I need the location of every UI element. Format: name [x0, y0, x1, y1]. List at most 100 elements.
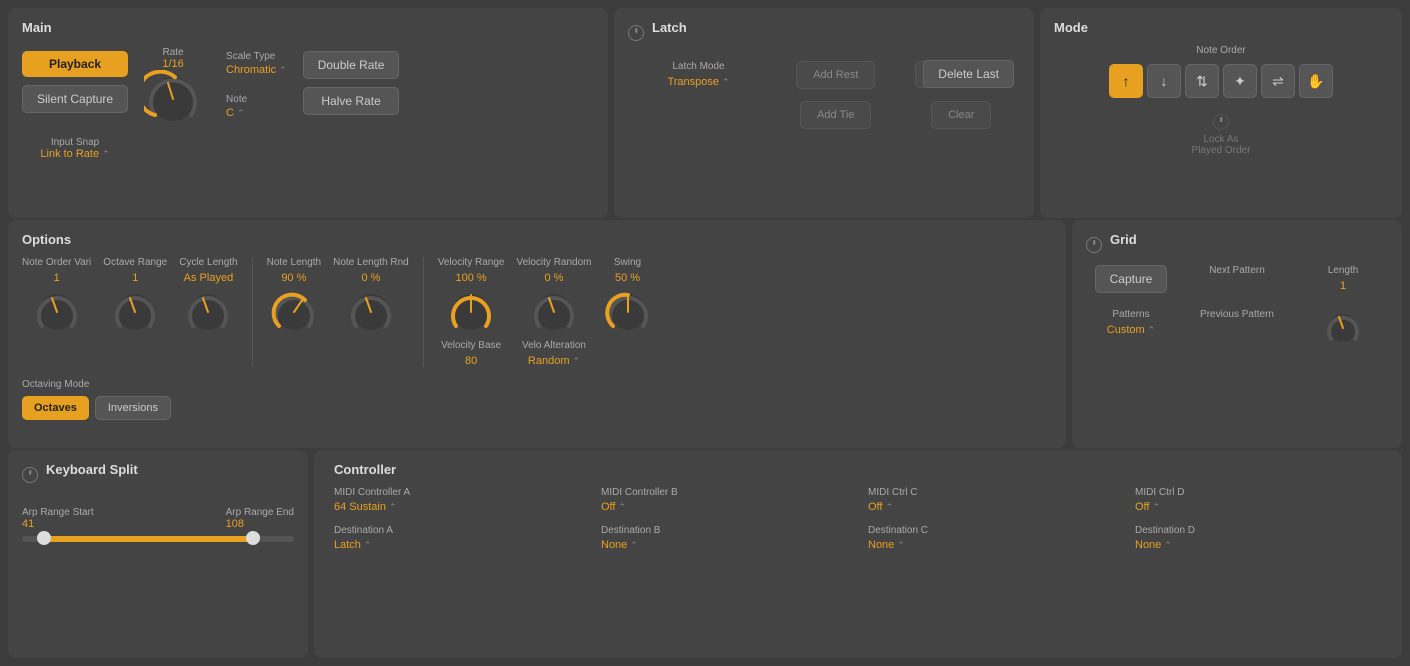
- midi-d-label: MIDI Ctrl D: [1135, 487, 1382, 498]
- capture-button[interactable]: Capture: [1095, 265, 1168, 293]
- velo-alteration-chevron-icon: ⌃: [572, 356, 580, 367]
- length-item: Length 1: [1298, 265, 1388, 293]
- rate-knob[interactable]: [144, 70, 202, 128]
- add-tie-item: Add Tie: [777, 101, 895, 129]
- keyboard-panel: Keyboard Split Arp Range Start 41 Arp Ra…: [8, 450, 308, 658]
- middle-knobs: Note Length 90 % Note Length R: [267, 257, 409, 336]
- dest-b-chevron-icon: ⌃: [630, 540, 638, 551]
- swing-knob[interactable]: [604, 288, 652, 336]
- grid-power-button[interactable]: [1086, 237, 1102, 253]
- midi-a-item: MIDI Controller A 64 Sustain ⌃: [334, 487, 581, 513]
- midi-a-value[interactable]: 64 Sustain ⌃: [334, 501, 581, 513]
- arp-end-value: 108: [226, 518, 294, 530]
- dest-d-item: Destination D None ⌃: [1135, 525, 1382, 551]
- rate-buttons: Double Rate Halve Rate: [303, 51, 400, 115]
- note-order-random-button[interactable]: ⇌: [1261, 64, 1295, 98]
- lock-played-section: Lock AsPlayed Order: [1054, 114, 1388, 156]
- note-order-up-button[interactable]: ↑: [1109, 64, 1143, 98]
- grid-panel: Grid Capture Next Pattern Length 1: [1072, 220, 1402, 448]
- grid-title: Grid: [1110, 232, 1137, 247]
- midi-d-value[interactable]: Off ⌃: [1135, 501, 1382, 513]
- controller-grid: MIDI Controller A 64 Sustain ⌃ MIDI Cont…: [334, 487, 1382, 551]
- keyboard-power-button[interactable]: [22, 467, 38, 483]
- velocity-random-knob[interactable]: [530, 288, 578, 336]
- inversions-button[interactable]: Inversions: [95, 396, 171, 420]
- octave-mode-section: Octaving Mode Octaves Inversions: [22, 379, 1052, 420]
- note-order-hand-button[interactable]: ✋: [1299, 64, 1333, 98]
- note-order-updown-button[interactable]: ⇅: [1185, 64, 1219, 98]
- note-order-down-button[interactable]: ↓: [1147, 64, 1181, 98]
- note-length-rnd-knob[interactable]: [347, 288, 395, 336]
- octave-range-knob[interactable]: [111, 288, 159, 336]
- note-length-rnd-label: Note Length Rnd: [333, 257, 409, 268]
- midi-a-chevron-icon: ⌃: [389, 502, 397, 513]
- cycle-length-label: Cycle Length: [179, 257, 237, 268]
- scale-type-group: Scale Type Chromatic ⌃: [226, 51, 287, 76]
- dest-c-label: Destination C: [868, 525, 1115, 536]
- midi-b-label: MIDI Controller B: [601, 487, 848, 498]
- midi-b-item: MIDI Controller B Off ⌃: [601, 487, 848, 513]
- range-slider-track[interactable]: [22, 536, 294, 542]
- velocity-range-knob[interactable]: [447, 288, 495, 336]
- note-label: Note: [226, 94, 287, 105]
- keyboard-header: Keyboard Split: [22, 462, 294, 487]
- velo-alteration-value[interactable]: Random: [528, 355, 570, 367]
- note-chevron-icon: ⌃: [237, 108, 245, 119]
- swing-group: Swing 50 %: [604, 257, 652, 367]
- slider-fill: [44, 536, 253, 542]
- playback-button[interactable]: Playback: [22, 51, 128, 77]
- bottom-row: Keyboard Split Arp Range Start 41 Arp Ra…: [8, 450, 1402, 658]
- dest-a-value[interactable]: Latch ⌃: [334, 539, 581, 551]
- latch-mode-value[interactable]: Transpose: [667, 76, 719, 88]
- grid-header: Grid: [1086, 232, 1388, 257]
- clear-button[interactable]: Clear: [931, 101, 991, 129]
- velocity-range-label: Velocity Range: [438, 257, 505, 268]
- octave-range-label: Octave Range: [103, 257, 167, 268]
- midi-b-value[interactable]: Off ⌃: [601, 501, 848, 513]
- note-length-knob[interactable]: [270, 288, 318, 336]
- latch-header: Latch: [628, 20, 1020, 45]
- latch-power-button[interactable]: [628, 25, 644, 41]
- halve-rate-button[interactable]: Halve Rate: [303, 87, 400, 115]
- patterns-value[interactable]: Custom: [1107, 324, 1145, 336]
- dest-c-value[interactable]: None ⌃: [868, 539, 1115, 551]
- octaves-button[interactable]: Octaves: [22, 396, 89, 420]
- add-tie-button[interactable]: Add Tie: [800, 101, 871, 129]
- dest-a-label: Destination A: [334, 525, 581, 536]
- note-order-vari-knob[interactable]: [33, 288, 81, 336]
- midi-b-chevron-icon: ⌃: [618, 502, 626, 513]
- slider-thumb-right[interactable]: [246, 531, 260, 545]
- dest-b-value[interactable]: None ⌃: [601, 539, 848, 551]
- note-order-label: Note Order: [1054, 45, 1388, 56]
- latch-mode-value-row: Transpose ⌃: [667, 76, 729, 88]
- silent-capture-button[interactable]: Silent Capture: [22, 85, 128, 113]
- dest-b-label: Destination B: [601, 525, 848, 536]
- dest-d-label: Destination D: [1135, 525, 1382, 536]
- next-pattern-item: Next Pattern: [1192, 265, 1282, 293]
- note-order-star-button[interactable]: ✦: [1223, 64, 1257, 98]
- slider-labels-row: Arp Range Start 41 Arp Range End 108: [22, 507, 294, 530]
- next-pattern-label: Next Pattern: [1209, 265, 1265, 276]
- middle-row: Options Note Order Vari 1: [8, 220, 1402, 448]
- velocity-knobs: Velocity Range 100 % Velocity Base 80: [438, 257, 652, 367]
- cycle-length-knob[interactable]: [184, 288, 232, 336]
- scale-type-value[interactable]: Chromatic ⌃: [226, 64, 287, 76]
- slider-thumb-left[interactable]: [37, 531, 51, 545]
- delete-last-button[interactable]: Delete Last: [923, 60, 1014, 88]
- input-snap-value[interactable]: Link to Rate ⌃: [22, 148, 128, 160]
- dest-d-value[interactable]: None ⌃: [1135, 539, 1382, 551]
- arp-start-label: Arp Range Start: [22, 507, 94, 518]
- note-value[interactable]: C ⌃: [226, 107, 287, 119]
- lock-played-power-button[interactable]: [1213, 114, 1229, 130]
- length-knob[interactable]: [1324, 309, 1362, 347]
- add-rest-button[interactable]: Add Rest: [796, 61, 875, 89]
- cycle-length-value: As Played: [184, 272, 234, 284]
- lock-played-row: [1213, 114, 1229, 130]
- double-rate-button[interactable]: Double Rate: [303, 51, 400, 79]
- velo-alteration-row: Random ⌃: [528, 355, 580, 367]
- velocity-range-group: Velocity Range 100 % Velocity Base 80: [438, 257, 505, 367]
- midi-c-value[interactable]: Off ⌃: [868, 501, 1115, 513]
- latch-mode-chevron-icon: ⌃: [722, 77, 730, 88]
- lock-played-label: Lock AsPlayed Order: [1192, 134, 1251, 156]
- swing-label: Swing: [614, 257, 641, 268]
